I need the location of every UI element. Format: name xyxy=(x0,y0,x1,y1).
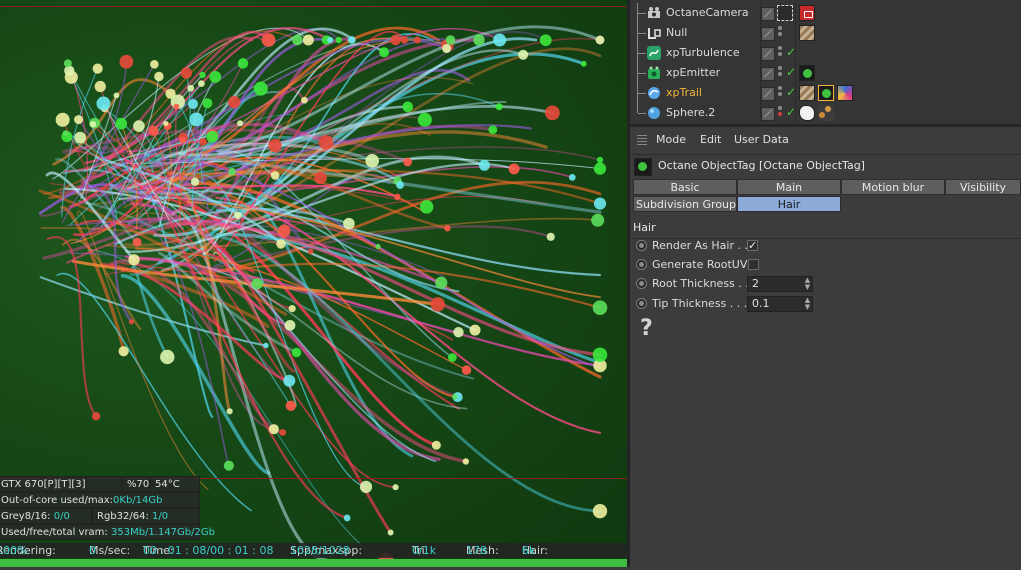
octane-tag-icon xyxy=(634,158,652,176)
visibility-dots[interactable] xyxy=(778,106,783,120)
visibility-dots[interactable] xyxy=(778,66,783,80)
animate-radio[interactable] xyxy=(636,240,647,251)
render-as-hair-checkbox[interactable]: ✓ xyxy=(747,240,758,251)
null-icon xyxy=(648,28,661,39)
camera-icon xyxy=(648,7,660,18)
tab-hair[interactable]: Hair xyxy=(737,196,841,212)
octane-object-tag-icon-selected[interactable] xyxy=(818,85,834,101)
object-row-null[interactable]: Null xyxy=(630,23,1021,43)
tab-subdivision-group[interactable]: Subdivision Group xyxy=(633,196,737,212)
object-name: xpTrail xyxy=(666,86,702,99)
gpu-name: GTX 670[P][T][3] xyxy=(0,476,122,492)
object-name: xpEmitter xyxy=(666,66,721,79)
object-name: Sphere.2 xyxy=(666,106,716,119)
render-region-top-line xyxy=(0,6,627,7)
render-progress-fill xyxy=(0,559,627,567)
tag-title: Octane ObjectTag [Octane ObjectTag] xyxy=(658,159,865,172)
animate-radio[interactable] xyxy=(636,259,647,270)
turbulence-icon xyxy=(647,46,661,60)
octane-camera-tag-icon[interactable] xyxy=(799,5,815,21)
rgb-textures-stat: Rgb32/64: 1/0 xyxy=(92,508,200,524)
tab-visibility[interactable]: Visibility xyxy=(945,179,1021,195)
visibility-dots[interactable] xyxy=(778,26,783,40)
root-thickness-stepper-icon[interactable]: ▲ ▼ xyxy=(804,277,811,291)
help-icon[interactable]: ? xyxy=(640,316,653,341)
object-name: xpTurbulence xyxy=(666,46,740,59)
prop-tip-thickness: Tip Thickness . . . . 0.1 ▲ ▼ xyxy=(630,294,1021,314)
tab-main[interactable]: Main xyxy=(737,179,841,195)
layer-toggle[interactable] xyxy=(761,107,775,121)
octane-object-tag-icon[interactable] xyxy=(799,65,815,81)
tab-basic[interactable]: Basic xyxy=(633,179,737,195)
menu-mode[interactable]: Mode xyxy=(656,131,686,149)
tab-row-1: Basic Main Motion blur Visibility xyxy=(633,179,1021,195)
trail-icon xyxy=(648,87,660,99)
object-name: Null xyxy=(666,26,688,39)
render-viewport[interactable]: GTX 670[P][T][3] %70 54°C Out-of-core us… xyxy=(0,0,627,567)
attribute-manager: Mode Edit User Data Octane ObjectTag [Oc… xyxy=(630,124,1021,570)
prop-generate-rootuv: Generate RootUV xyxy=(630,255,1021,275)
animate-radio[interactable] xyxy=(636,298,647,309)
tab-motion-blur[interactable]: Motion blur xyxy=(841,179,945,195)
tag-header: Octane ObjectTag [Octane ObjectTag] xyxy=(630,154,1021,177)
object-name: OctaneCamera xyxy=(666,6,749,19)
layer-toggle[interactable] xyxy=(761,47,775,61)
grip-icon[interactable] xyxy=(637,135,647,145)
target-tag-icon[interactable] xyxy=(777,5,793,21)
prop-label: Root Thickness . . xyxy=(652,277,749,290)
animate-radio[interactable] xyxy=(636,278,647,289)
prop-render-as-hair: Render As Hair . . ✓ xyxy=(630,236,1021,256)
layer-toggle[interactable] xyxy=(761,27,775,41)
object-row-xptrail[interactable]: xpTrail ✓ xyxy=(630,83,1021,103)
attribute-menu-bar: Mode Edit User Data xyxy=(630,131,1021,149)
emitter-icon xyxy=(648,66,660,79)
object-row-xpemitter[interactable]: xpEmitter ✓ xyxy=(630,63,1021,83)
render-progress-bar xyxy=(0,559,627,567)
render-status-bar: Rendering: 100% Ms/sec: 0 Time: 00 : 01 … xyxy=(0,543,627,558)
layer-toggle[interactable] xyxy=(761,67,775,81)
section-header-hair: Hair xyxy=(633,221,656,234)
tab-row-2: Subdivision Group Hair xyxy=(633,196,1021,212)
object-manager: OctaneCamera Null xpTurbulence ✓ xpEmitt… xyxy=(630,0,1021,124)
out-of-core-stat: Out-of-core used/max:0Kb/14Gb xyxy=(0,492,200,508)
layer-toggle[interactable] xyxy=(761,7,775,21)
menu-user-data[interactable]: User Data xyxy=(734,131,789,149)
prop-label: Render As Hair . . xyxy=(652,239,748,252)
tip-thickness-stepper-icon[interactable]: ▲ ▼ xyxy=(804,297,811,311)
object-row-xpturbulence[interactable]: xpTurbulence ✓ xyxy=(630,43,1021,63)
prop-label: Generate RootUV xyxy=(652,258,748,271)
menu-edit[interactable]: Edit xyxy=(700,131,721,149)
visibility-dots[interactable] xyxy=(778,46,783,60)
gpu-usage: %70 xyxy=(122,476,150,492)
object-row-sphere-2[interactable]: Sphere.2 ✓ xyxy=(630,103,1021,123)
visibility-dots[interactable] xyxy=(778,86,783,100)
right-panel: OctaneCamera Null xpTurbulence ✓ xpEmitt… xyxy=(630,0,1021,570)
prop-label: Tip Thickness . . . . xyxy=(652,297,755,310)
generate-rootuv-checkbox[interactable] xyxy=(748,259,759,270)
object-row-octanecamera[interactable]: OctaneCamera xyxy=(630,3,1021,23)
white-material-tag-icon[interactable] xyxy=(799,105,815,121)
vram-stat: Used/free/total vram: 353Mb/1.147Gb/2Gb xyxy=(0,524,215,540)
texture-tag-icon[interactable] xyxy=(799,25,815,41)
material-tag-icon[interactable] xyxy=(837,85,853,101)
sphere-icon xyxy=(648,107,660,119)
layer-toggle[interactable] xyxy=(761,87,775,101)
gpu-temp: 54°C xyxy=(150,476,200,492)
texture-tag-icon[interactable] xyxy=(799,85,815,101)
grey-textures-stat: Grey8/16: 0/0 xyxy=(0,508,92,524)
prop-root-thickness: Root Thickness . . 2 ▲ ▼ xyxy=(630,274,1021,294)
material-tag-icon-2[interactable] xyxy=(818,105,834,121)
